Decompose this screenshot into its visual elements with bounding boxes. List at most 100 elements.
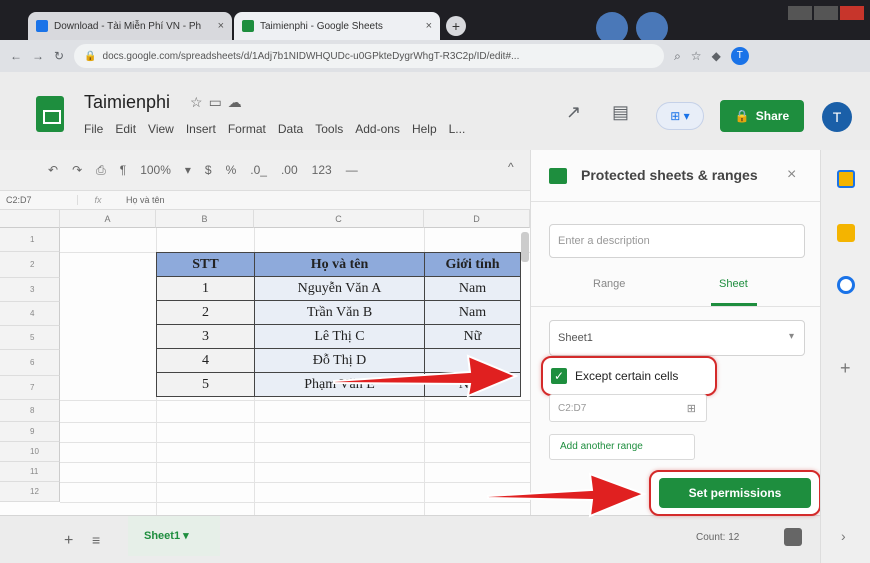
bookmark-star-icon[interactable]: ☆ — [691, 49, 702, 63]
row-header[interactable]: 3 — [0, 278, 60, 302]
tab-range[interactable]: Range — [593, 278, 625, 290]
forward-icon[interactable]: → — [32, 49, 44, 63]
column-header-c[interactable]: C — [254, 210, 424, 228]
minimize-icon[interactable] — [788, 6, 812, 20]
vertical-scrollbar[interactable] — [521, 232, 529, 262]
browser-profile-icon[interactable]: T — [730, 47, 749, 65]
menu-view[interactable]: View — [148, 122, 174, 136]
row-header[interactable]: 10 — [0, 442, 60, 462]
extension-icon[interactable]: ◆ — [712, 49, 721, 63]
row-header[interactable]: 12 — [0, 482, 60, 502]
share-button[interactable]: 🔒 Share — [720, 100, 804, 132]
row-header[interactable]: 8 — [0, 400, 60, 422]
menu-file[interactable]: File — [84, 122, 103, 136]
row-header[interactable]: 9 — [0, 422, 60, 442]
except-certain-cells-checkbox[interactable]: ✓ Except certain cells — [541, 356, 717, 396]
increase-decimal-button[interactable]: .00 — [281, 163, 298, 177]
folder-icon[interactable]: ▭ — [209, 94, 228, 110]
percent-format-button[interactable]: % — [226, 163, 237, 177]
set-permissions-button[interactable]: Set permissions — [659, 478, 811, 508]
row-header[interactable]: 1 — [0, 228, 60, 252]
table-cell[interactable]: Lê Thị C — [254, 324, 425, 349]
menu-data[interactable]: Data — [278, 122, 303, 136]
menu-format[interactable]: Format — [228, 122, 266, 136]
sheet-tab-sheet1[interactable]: Sheet1 ▾ — [128, 516, 220, 556]
activity-trend-icon[interactable]: ↗ — [566, 102, 581, 123]
formula-input[interactable]: Họ và tên — [118, 195, 165, 205]
more-icon[interactable]: — — [346, 163, 358, 177]
comment-icon[interactable]: ▤ — [612, 102, 629, 123]
tasks-icon[interactable] — [837, 276, 855, 294]
table-header-stt[interactable]: STT — [156, 252, 255, 277]
collapse-toolbar-icon[interactable]: ^ — [508, 160, 514, 174]
new-tab-button[interactable]: + — [446, 16, 466, 36]
add-another-range-button[interactable]: Add another range — [549, 434, 695, 460]
reload-icon[interactable]: ↻ — [54, 49, 64, 63]
maximize-icon[interactable] — [814, 6, 838, 20]
table-cell[interactable]: Nam — [424, 300, 521, 325]
close-window-icon[interactable] — [840, 6, 864, 20]
decrease-decimal-button[interactable]: .0_ — [250, 163, 267, 177]
redo-icon[interactable]: ↷ — [72, 163, 82, 177]
undo-icon[interactable]: ↶ — [48, 163, 58, 177]
browser-tab-sheets[interactable]: Taimienphi - Google Sheets × — [234, 12, 440, 40]
more-formats-button[interactable]: 123 — [312, 163, 332, 177]
avatar[interactable]: T — [822, 102, 852, 132]
selection-count[interactable]: Count: 12 — [696, 532, 739, 543]
table-cell[interactable]: Nữ — [424, 324, 521, 349]
table-cell[interactable]: Nguyễn Văn A — [254, 276, 425, 301]
zoom-icon[interactable]: ⌕ — [674, 49, 681, 64]
table-cell[interactable]: Phạm Văn E — [254, 372, 425, 397]
present-button[interactable]: ⊞ ▾ — [656, 102, 704, 130]
calendar-icon[interactable] — [837, 170, 855, 188]
select-all-corner[interactable] — [0, 210, 60, 228]
row-header[interactable]: 6 — [0, 350, 60, 376]
add-sheet-icon[interactable]: + — [64, 532, 73, 550]
table-cell[interactable]: Trần Văn B — [254, 300, 425, 325]
table-cell[interactable]: Nam — [424, 276, 521, 301]
zoom-select[interactable]: 100% — [140, 163, 171, 177]
table-cell[interactable]: 4 — [156, 348, 255, 373]
close-icon[interactable]: × — [787, 166, 796, 184]
print-icon[interactable]: ⎙ — [96, 163, 106, 178]
description-input[interactable]: Enter a description — [549, 224, 805, 258]
table-header-name[interactable]: Họ và tên — [254, 252, 425, 277]
menu-edit[interactable]: Edit — [115, 122, 136, 136]
except-range-input[interactable]: C2:D7 ⊞ — [549, 394, 707, 422]
sheets-logo-icon[interactable] — [36, 96, 64, 132]
checkmark-icon[interactable]: ✓ — [551, 368, 567, 384]
sheet-select[interactable]: Sheet1 ▾ — [549, 320, 805, 356]
browser-tab-download[interactable]: Download - Tài Miễn Phí VN - Ph × — [28, 12, 232, 40]
star-icon[interactable]: ☆ — [190, 94, 209, 110]
spreadsheet-grid[interactable]: A B C D 1 2 3 4 5 6 7 8 9 10 11 12 STT H… — [0, 210, 530, 515]
table-cell[interactable]: Đỗ Thị D — [254, 348, 425, 373]
select-range-icon[interactable]: ⊞ — [687, 402, 696, 415]
table-cell[interactable]: 2 — [156, 300, 255, 325]
row-header[interactable]: 2 — [0, 252, 60, 278]
explore-icon[interactable] — [784, 528, 802, 546]
menu-addons[interactable]: Add-ons — [355, 122, 400, 136]
row-header[interactable]: 4 — [0, 302, 60, 326]
keep-icon[interactable] — [837, 224, 855, 242]
table-cell[interactable]: Nam — [424, 372, 521, 397]
chevron-right-icon[interactable]: › — [841, 528, 846, 544]
all-sheets-icon[interactable]: ≡ — [92, 532, 100, 548]
column-header-d[interactable]: D — [424, 210, 530, 228]
document-title[interactable]: Taimienphi — [84, 92, 170, 113]
menu-help[interactable]: Help — [412, 122, 437, 136]
menu-insert[interactable]: Insert — [186, 122, 216, 136]
close-tab-icon[interactable]: × — [426, 20, 432, 32]
url-bar[interactable]: 🔒 docs.google.com/spreadsheets/d/1Adj7b1… — [74, 44, 665, 68]
table-cell[interactable]: 5 — [156, 372, 255, 397]
column-header-b[interactable]: B — [156, 210, 254, 228]
name-box[interactable]: C2:D7 — [0, 195, 78, 205]
column-header-a[interactable]: A — [60, 210, 156, 228]
table-cell[interactable]: 3 — [156, 324, 255, 349]
back-icon[interactable]: ← — [10, 49, 22, 63]
table-cell[interactable] — [424, 348, 521, 373]
table-cell[interactable]: 1 — [156, 276, 255, 301]
row-header[interactable]: 11 — [0, 462, 60, 482]
currency-format-button[interactable]: $ — [205, 163, 212, 177]
get-addons-icon[interactable]: + — [840, 358, 851, 379]
row-header[interactable]: 7 — [0, 376, 60, 400]
